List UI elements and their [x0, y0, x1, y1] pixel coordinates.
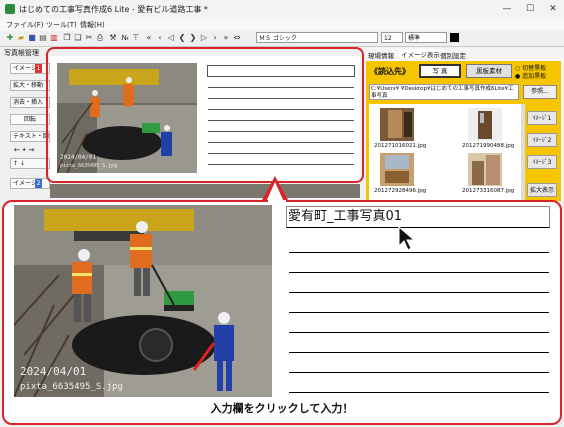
- input-line-5: [289, 332, 549, 333]
- image-2-button[interactable]: ｲﾒｰｼﾞ2: [527, 133, 557, 147]
- expand-icon[interactable]: ⇔: [232, 33, 242, 43]
- input-line-7: [289, 372, 549, 373]
- updown-buttons[interactable]: ↑ ↓: [10, 158, 50, 169]
- image1-text: イメージ: [13, 65, 37, 72]
- close-button[interactable]: ✕: [544, 2, 562, 16]
- open-folder-icon[interactable]: ▰: [16, 33, 26, 43]
- photo-source-button[interactable]: 写 真: [419, 64, 461, 78]
- paste-icon[interactable]: ❏: [73, 33, 83, 43]
- zoomed-input-area: [283, 206, 551, 398]
- new-icon[interactable]: ✚: [5, 33, 15, 43]
- rotate-button[interactable]: 回転: [10, 114, 50, 125]
- delete-insert-button[interactable]: 消去・挿入: [10, 97, 50, 108]
- board-source-text: 黒板素材: [476, 67, 502, 75]
- cut-icon[interactable]: ✂: [84, 33, 94, 43]
- back-icon[interactable]: ❮: [177, 33, 187, 43]
- zoomed-photo-watermark: pixta_6635495_S.jpg: [20, 382, 123, 392]
- image2-badge: 2: [35, 179, 42, 188]
- arrow-controls[interactable]: ← • →: [14, 146, 34, 154]
- last-page-icon[interactable]: »: [221, 33, 231, 43]
- image2-label: イメージ: [10, 178, 50, 189]
- input-line-1: [289, 252, 549, 253]
- instruction-caption: 入力欄をクリックして入力！: [210, 402, 354, 415]
- browse-button[interactable]: 参照...: [523, 85, 557, 99]
- text-figure-button[interactable]: テキスト・図: [10, 131, 50, 142]
- save-icon[interactable]: ■: [27, 33, 37, 43]
- thumbnail-2-name: 201271990488.jpg: [462, 143, 515, 149]
- left-panel-header: 写真帳管理: [4, 49, 39, 57]
- mouse-cursor-icon: [398, 225, 416, 254]
- next-page-strip: [50, 184, 360, 198]
- zoomed-photo-date: 2024/04/01: [20, 365, 86, 378]
- printer-icon[interactable]: ⎙: [95, 33, 105, 43]
- number-icon[interactable]: №: [120, 33, 130, 43]
- thumbnail-4-name: 201273316087.jpg: [462, 188, 515, 194]
- style-select[interactable]: 標準: [405, 32, 447, 43]
- tab-image-view[interactable]: イメージ表示: [399, 49, 442, 59]
- window-title: はじめての工事写真作成6 Lite - 愛有ビル道路工事 *: [19, 5, 208, 14]
- load-source-label: 《読込先》: [370, 67, 410, 76]
- folder-path: C:¥Users¥ ¥Desktop¥はじめての工事写真作成6Lite¥工事写真: [369, 84, 519, 100]
- image1-label: イメージ: [10, 63, 50, 74]
- board-source-button[interactable]: 黒板素材: [466, 64, 512, 78]
- input-line-8: [289, 392, 549, 393]
- tab-individual[interactable]: 個別設定: [440, 50, 466, 60]
- color-swatch[interactable]: [450, 33, 459, 42]
- menu-info[interactable]: 情報(H): [80, 20, 105, 30]
- font-name-select[interactable]: ＭＳ ゴシック: [256, 32, 378, 43]
- menu-tools[interactable]: ツール(T): [46, 20, 77, 30]
- input-line-6: [289, 352, 549, 353]
- callout-pointer-fill: [266, 182, 284, 202]
- next-page-icon[interactable]: ›: [210, 33, 220, 43]
- maximize-button[interactable]: ☐: [521, 2, 539, 16]
- menu-file[interactable]: ファイル(F): [6, 20, 44, 30]
- input-line-3: [289, 292, 549, 293]
- text-tool-icon[interactable]: ⊤: [131, 33, 141, 43]
- thumbnail-4[interactable]: [468, 153, 502, 186]
- thumbnail-3-name: 201272928496.jpg: [374, 188, 427, 194]
- copy-icon[interactable]: ❐: [62, 33, 72, 43]
- thumbnail-2[interactable]: [468, 108, 502, 141]
- thumbnail-3[interactable]: [380, 153, 414, 186]
- print-preview-icon[interactable]: ▤: [38, 33, 48, 43]
- thumbnail-1-name: 201271016021.jpg: [374, 143, 427, 149]
- font-size-select[interactable]: 12: [381, 32, 403, 43]
- image-1-button[interactable]: ｲﾒｰｼﾞ1: [527, 111, 557, 125]
- zoomed-photo[interactable]: 2024/04/01 pixta_6635495_S.jpg: [13, 205, 272, 398]
- forward-icon[interactable]: ❯: [188, 33, 198, 43]
- input-line-4: [289, 312, 549, 313]
- title-input-field[interactable]: 愛有町_工事写真01: [286, 206, 550, 228]
- image1-badge: 1: [35, 64, 42, 73]
- radio-add-board[interactable]: ● 追加黒板: [515, 71, 546, 80]
- prev-icon[interactable]: ◁: [166, 33, 176, 43]
- callout-join: [268, 200, 286, 203]
- radio-add-text: 追加黒板: [522, 73, 547, 80]
- input-line-2: [289, 272, 549, 273]
- thumbnail-scrollbar[interactable]: [521, 104, 525, 200]
- tool-icon[interactable]: ⚒: [108, 33, 118, 43]
- prev-page-icon[interactable]: ‹: [155, 33, 165, 43]
- zoom-view-button[interactable]: 拡大表示: [527, 183, 557, 197]
- next-icon[interactable]: ▷: [199, 33, 209, 43]
- expand-move-button[interactable]: 拡大・移動: [10, 80, 50, 91]
- minimize-button[interactable]: —: [498, 2, 516, 16]
- app-icon: [5, 4, 15, 14]
- thumbnail-1[interactable]: [380, 108, 414, 141]
- photo-source-text: 写 真: [432, 67, 448, 75]
- image2-text: イメージ: [13, 180, 37, 187]
- image-3-button[interactable]: ｲﾒｰｼﾞ3: [527, 155, 557, 169]
- first-page-icon[interactable]: «: [144, 33, 154, 43]
- tab-field-info[interactable]: 現場情報: [368, 50, 394, 60]
- pdf-icon[interactable]: ▥: [49, 33, 59, 43]
- highlight-frame: [46, 47, 364, 183]
